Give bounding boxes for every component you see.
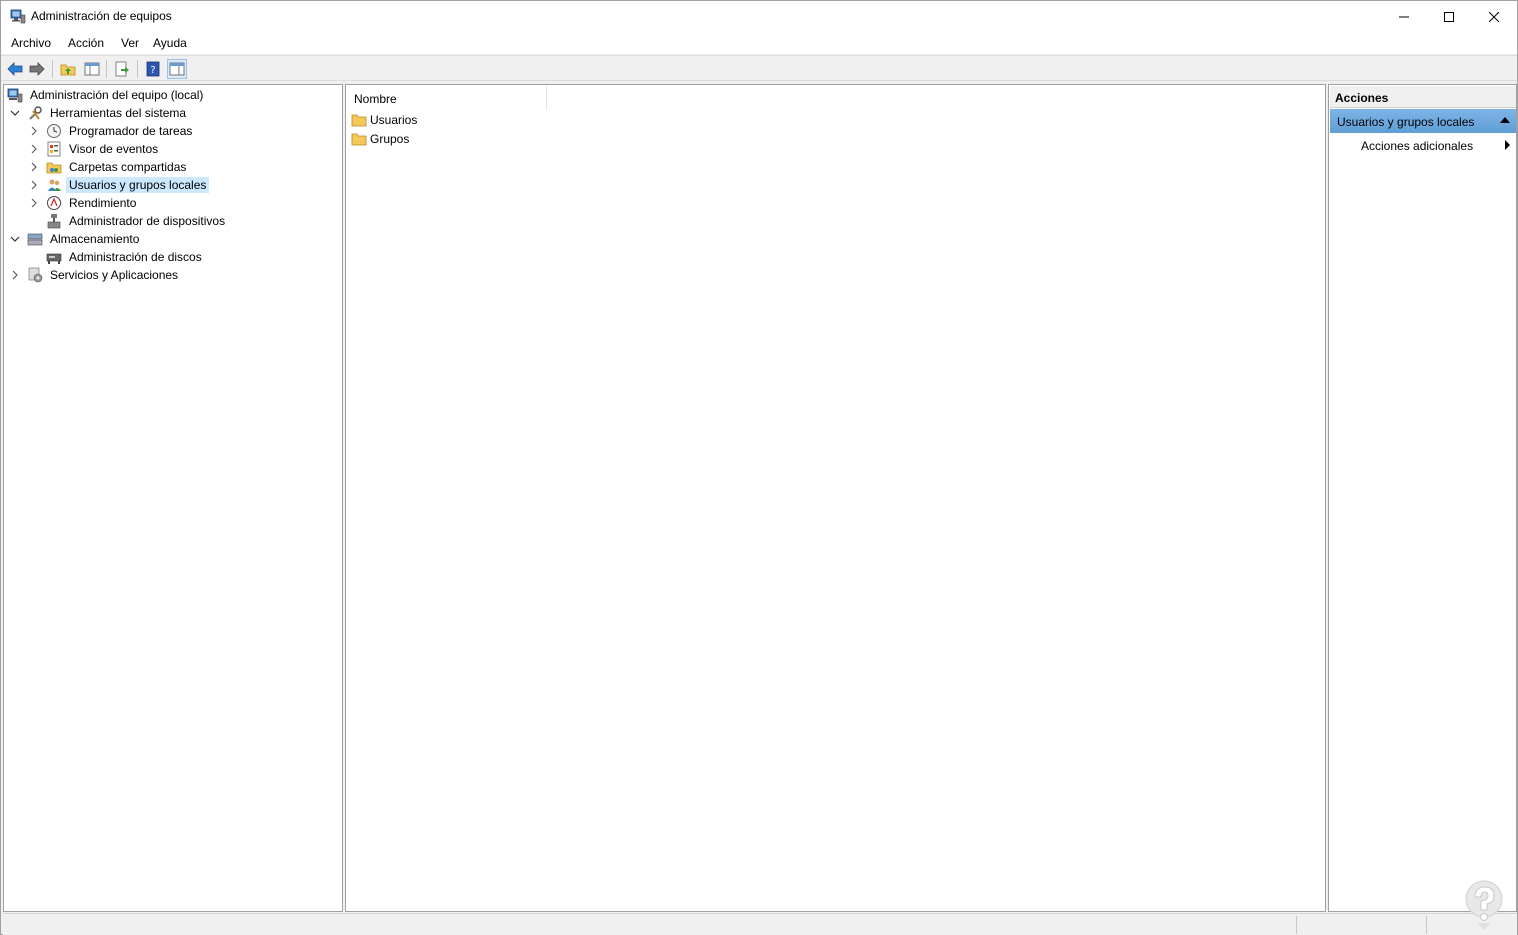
forward-button[interactable] [27, 59, 47, 79]
submenu-arrow-icon [1505, 140, 1510, 150]
show-hide-action-pane-button[interactable] [167, 59, 187, 79]
close-button[interactable] [1471, 1, 1517, 32]
chevron-right-icon[interactable] [9, 269, 21, 281]
folder-icon [351, 133, 367, 146]
collapse-arrow-icon[interactable] [1500, 117, 1510, 123]
chevron-down-icon[interactable] [9, 233, 21, 245]
tree-item-label: Servicios y Aplicaciones [50, 268, 179, 282]
list-item-grupos[interactable]: Grupos [351, 130, 409, 148]
computer-management-icon [10, 9, 26, 24]
tree-item-label: Programador de tareas [69, 124, 193, 138]
tools-icon [29, 106, 42, 120]
performance-icon [47, 196, 61, 210]
menu-accion[interactable]: Acción [68, 36, 104, 50]
window-title: Administración de equipos [31, 9, 172, 23]
actions-section-label: Usuarios y grupos locales [1337, 115, 1475, 129]
tree-item-herramientas[interactable]: Herramientas del sistema [9, 104, 189, 122]
menu-ayuda[interactable]: Ayuda [153, 36, 187, 50]
tree-root[interactable]: Administración del equipo (local) [7, 86, 206, 104]
tree-item-almacenamiento[interactable]: Almacenamiento [9, 230, 142, 248]
show-hide-tree-button[interactable] [82, 59, 102, 79]
action-label: Acciones adicionales [1361, 139, 1474, 153]
status-cell [1296, 916, 1426, 934]
forward-arrow-icon [29, 62, 45, 76]
console-tree-pane[interactable]: Administración del equipo (local) Herram… [3, 84, 343, 912]
back-button[interactable] [5, 59, 25, 79]
show-hide-tree-icon [84, 62, 100, 76]
column-header-nombre[interactable]: Nombre [347, 86, 547, 110]
shared-folder-icon [46, 162, 62, 174]
tree-item-rendimiento[interactable]: Rendimiento [28, 194, 139, 212]
maximize-icon [1444, 11, 1454, 22]
watermark-logo-icon [1465, 880, 1503, 930]
toolbar: ? [1, 55, 1517, 81]
tree-item-label: Rendimiento [69, 196, 137, 210]
tree-item-carpetas-compartidas[interactable]: Carpetas compartidas [28, 158, 189, 176]
close-icon [1489, 11, 1499, 22]
services-icon [28, 267, 43, 283]
column-header-label: Nombre [354, 92, 397, 106]
export-list-icon [115, 61, 129, 77]
computer-management-icon [7, 88, 23, 103]
maximize-button[interactable] [1426, 1, 1472, 32]
chevron-right-icon[interactable] [28, 125, 40, 137]
export-list-button[interactable] [112, 59, 132, 79]
tree-item-administrador-dispositivos[interactable]: Administrador de dispositivos [46, 212, 228, 230]
actions-header: Acciones [1330, 86, 1516, 108]
svg-text:?: ? [150, 65, 155, 76]
minimize-icon [1399, 16, 1409, 17]
actions-header-label: Acciones [1335, 91, 1389, 105]
tree-item-visor-eventos[interactable]: Visor de eventos [28, 140, 161, 158]
list-item-label: Grupos [370, 132, 410, 146]
menu-bar: Archivo Acción Ver Ayuda [1, 32, 1517, 54]
clock-icon [47, 124, 61, 138]
disk-icon [46, 253, 62, 264]
users-icon [48, 179, 61, 191]
storage-icon [27, 233, 43, 246]
tree-item-label: Administración de discos [69, 250, 202, 264]
tree-item-label: Administración del equipo (local) [30, 88, 204, 102]
tree-item-servicios-aplicaciones[interactable]: Servicios y Aplicaciones [9, 266, 181, 284]
tree-item-label: Herramientas del sistema [50, 106, 187, 120]
tree-item-administracion-discos[interactable]: Administración de discos [46, 248, 205, 266]
up-folder-icon [60, 64, 76, 76]
folder-icon [351, 114, 367, 127]
actions-pane: Acciones Usuarios y grupos locales Accio… [1328, 84, 1517, 912]
chevron-down-icon[interactable] [9, 107, 21, 119]
up-folder-button[interactable] [58, 59, 78, 79]
list-item-label: Usuarios [370, 113, 418, 127]
title-bar: Administración de equipos [1, 1, 1517, 32]
list-item-usuarios[interactable]: Usuarios [351, 111, 417, 129]
tree-item-usuarios-grupos[interactable]: Usuarios y grupos locales [28, 176, 210, 194]
tree-item-programador[interactable]: Programador de tareas [28, 122, 195, 140]
help-icon: ? [146, 61, 160, 77]
actions-section-usuarios-grupos[interactable]: Usuarios y grupos locales [1330, 109, 1516, 133]
device-manager-icon [47, 214, 61, 229]
menu-ver[interactable]: Ver [121, 36, 139, 50]
tree-item-label: Almacenamiento [50, 232, 140, 246]
chevron-right-icon[interactable] [28, 143, 40, 155]
menu-archivo[interactable]: Archivo [11, 36, 51, 50]
help-button[interactable]: ? [143, 59, 163, 79]
show-hide-action-pane-icon [169, 62, 185, 76]
action-acciones-adicionales[interactable]: Acciones adicionales [1330, 135, 1516, 155]
minimize-button[interactable] [1381, 1, 1427, 32]
result-list-pane[interactable]: Nombre Usuarios Grupos [345, 84, 1326, 912]
tree-item-label: Administrador de dispositivos [69, 214, 226, 228]
chevron-right-icon[interactable] [28, 197, 40, 209]
chevron-right-icon[interactable] [28, 179, 40, 191]
status-bar [3, 913, 1517, 935]
back-arrow-icon [7, 62, 23, 76]
chevron-right-icon[interactable] [28, 161, 40, 173]
tree-item-label: Carpetas compartidas [69, 160, 187, 174]
tree-item-label: Visor de eventos [69, 142, 159, 156]
event-viewer-icon [47, 141, 61, 157]
tree-item-label: Usuarios y grupos locales [66, 177, 210, 193]
computer-management-window: Administración de equipos Archivo Acción… [0, 0, 1518, 935]
